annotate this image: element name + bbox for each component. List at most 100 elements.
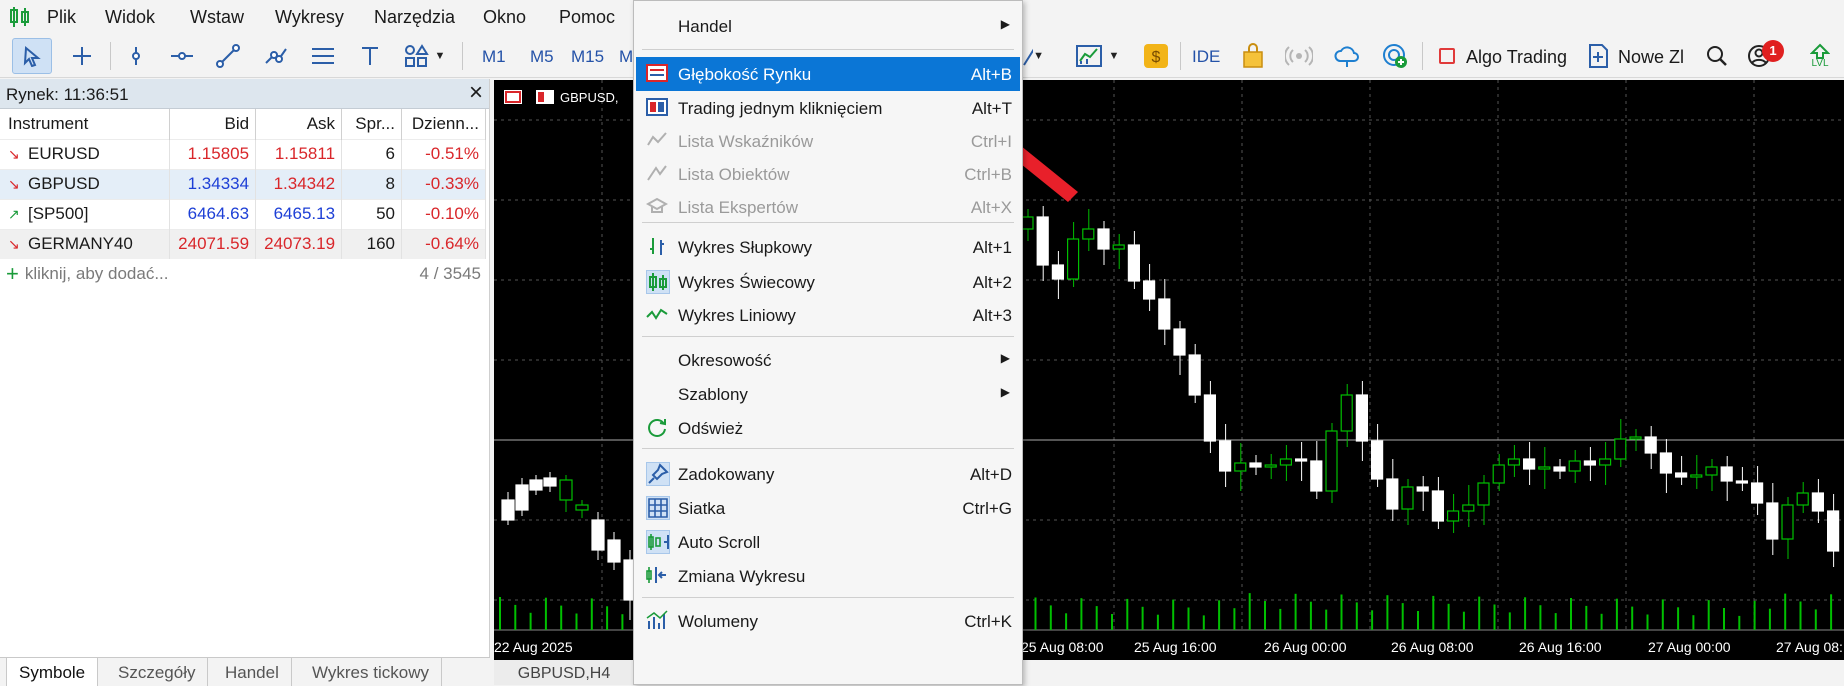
timeframe-m15[interactable]: M15: [571, 47, 604, 67]
candle-body: [1720, 466, 1733, 482]
menu-separator: [642, 448, 1014, 449]
cloud-button[interactable]: [1330, 38, 1364, 74]
tab-szczegoly[interactable]: Szczegóły: [106, 658, 209, 686]
crosshair-icon: [73, 47, 91, 65]
fibonacci-icon: [312, 48, 334, 64]
chart-type-dropdown[interactable]: ▼: [1022, 38, 1044, 74]
menu-item-wolumeny[interactable]: Wolumeny Ctrl+K: [636, 604, 1020, 638]
menu-plik[interactable]: Plik: [47, 7, 76, 28]
candle-body: [1264, 464, 1277, 468]
cursor-tool-button[interactable]: [12, 38, 52, 74]
search-button[interactable]: [1702, 38, 1732, 74]
menu-item-wykres-świecowy[interactable]: Wykres Świecowy Alt+2: [636, 265, 1020, 299]
table-row[interactable]: ↘ GBPUSD 1.34334 1.34342 8 -0.33%: [0, 168, 487, 199]
tab-symbole[interactable]: Symbole: [6, 658, 99, 686]
fibonacci-tool-button[interactable]: [303, 38, 343, 74]
table-row[interactable]: ↘ EURUSD 1.15805 1.15811 6 -0.51%: [0, 138, 487, 169]
timeframe-m30[interactable]: M: [619, 47, 633, 67]
candle-body: [591, 519, 605, 551]
menu-item-wykres-liniowy[interactable]: Wykres Liniowy Alt+3: [636, 298, 1020, 332]
shapes-tool-button[interactable]: ▼: [396, 38, 452, 74]
column-header-instrument[interactable]: Instrument: [0, 109, 171, 139]
chart-tab-gbpusd[interactable]: GBPUSD,H4: [494, 660, 634, 685]
horizontal-line-tool-button[interactable]: [162, 38, 202, 74]
level-button[interactable]: LVL: [1802, 38, 1838, 74]
signals-button[interactable]: $: [1138, 38, 1174, 74]
menu-narzedzia[interactable]: Narzędzia: [374, 7, 455, 28]
timeframe-m1[interactable]: M1: [482, 47, 506, 67]
text-tool-button[interactable]: [350, 38, 390, 74]
add-symbol-row[interactable]: + kliknij, aby dodać... 4 / 3545: [0, 259, 489, 289]
menu-item-auto-scroll[interactable]: Auto Scroll: [636, 525, 1020, 559]
broadcast-icon: [1285, 46, 1313, 66]
bid-value: 6464.63: [169, 198, 257, 229]
vertical-line-icon: [132, 47, 140, 65]
indicators-button[interactable]: ▼: [1068, 38, 1126, 74]
menu-item-label: Wykres Liniowy: [678, 306, 796, 325]
table-row[interactable]: ↗ [SP500] 6464.63 6465.13 50 -0.10%: [0, 198, 487, 229]
candle-body: [1507, 458, 1521, 466]
tab-handel[interactable]: Handel: [213, 658, 292, 686]
algo-trading-button[interactable]: [1434, 38, 1460, 74]
market-button[interactable]: [1236, 38, 1270, 74]
timeframe-m5[interactable]: M5: [530, 47, 554, 67]
market-watch-panel: Rynek: 11:36:51 × Instrument Bid Ask Spr…: [0, 79, 490, 657]
new-order-label[interactable]: Nowe Zl: [1618, 47, 1684, 68]
close-icon[interactable]: ×: [469, 81, 483, 105]
level-up-icon: [1810, 43, 1830, 59]
menu-item-label: Lista Obiektów: [678, 165, 790, 184]
vertical-line-tool-button[interactable]: [116, 38, 156, 74]
menu-item-szablony[interactable]: Szablony ▶: [636, 377, 1020, 411]
menu-item-zmiana-wykresu[interactable]: Zmiana Wykresu: [636, 559, 1020, 593]
symbol-name: GERMANY40: [28, 234, 133, 254]
menu-item-siatka[interactable]: Siatka Ctrl+G: [636, 491, 1020, 525]
menu-separator: [642, 336, 1014, 337]
column-header-spread[interactable]: Spr...: [341, 109, 402, 139]
menu-item-okresowość[interactable]: Okresowość ▶: [636, 343, 1020, 377]
candle-body: [1340, 394, 1353, 432]
submenu-arrow-icon: ▶: [1000, 17, 1010, 31]
menu-wstaw[interactable]: Wstaw: [190, 7, 244, 28]
menu-widok[interactable]: Widok: [105, 7, 155, 28]
candle-body: [515, 484, 529, 511]
menu-item-głębokość-rynku[interactable]: Głębokość Rynku Alt+B: [636, 57, 1020, 91]
ask-value: 1.15811: [255, 138, 343, 169]
column-header-bid[interactable]: Bid: [169, 109, 257, 139]
channel-tool-button[interactable]: [256, 38, 296, 74]
trendline-tool-button[interactable]: [208, 38, 248, 74]
menu-wykresy[interactable]: Wykresy: [275, 7, 344, 28]
menu-item-shortcut: Alt+3: [972, 306, 1012, 325]
notification-badge: 1: [1762, 40, 1784, 62]
vps-button[interactable]: [1378, 38, 1412, 74]
column-header-daily[interactable]: Dzienn...: [401, 109, 487, 139]
candle-body: [543, 477, 557, 487]
menu-item-label: Siatka: [678, 499, 726, 518]
new-order-button[interactable]: [1584, 38, 1612, 74]
ide-button[interactable]: IDE: [1192, 47, 1220, 67]
menu-item-zadokowany[interactable]: Zadokowany Alt+D: [636, 457, 1020, 491]
daily-change-value: -0.33%: [401, 168, 487, 199]
menu-item-odśwież[interactable]: Odśwież: [636, 411, 1020, 445]
menu-pomoc[interactable]: Pomoc: [559, 7, 615, 28]
menu-okno[interactable]: Okno: [483, 7, 526, 28]
cursor-icon: [23, 45, 41, 67]
tab-wykres-tickowy[interactable]: Wykres tickowy: [300, 658, 442, 686]
menu-item-handel[interactable]: Handel ▶: [636, 9, 1020, 43]
bid-value: 1.34334: [169, 168, 257, 199]
dropdown-caret-icon: ▼: [434, 50, 446, 62]
time-axis-label: 25 Aug 16:00: [1134, 639, 1217, 655]
menu-item-label: Wykres Świecowy: [678, 273, 815, 292]
broadcast-button[interactable]: [1282, 38, 1316, 74]
algo-trading-label[interactable]: Algo Trading: [1466, 47, 1567, 68]
menu-item-wykres-słupkowy[interactable]: Wykres Słupkowy Alt+1: [636, 230, 1020, 264]
add-symbol-hint: kliknij, aby dodać...: [24, 264, 169, 283]
candle-body: [559, 479, 573, 501]
menu-item-trading-jednym-kliknięciem[interactable]: Trading jednym kliknięciem Alt+T: [636, 91, 1020, 125]
time-axis-label: 26 Aug 08:00: [1391, 639, 1474, 655]
menu-item-shortcut: Ctrl+K: [964, 612, 1012, 631]
column-header-ask[interactable]: Ask: [255, 109, 343, 139]
candle-body: [1659, 452, 1673, 474]
menu-item-label: Lista Wskaźników: [678, 132, 814, 151]
table-row[interactable]: ↘ GERMANY40 24071.59 24073.19 160 -0.64%: [0, 228, 487, 259]
crosshair-tool-button[interactable]: [62, 38, 102, 74]
